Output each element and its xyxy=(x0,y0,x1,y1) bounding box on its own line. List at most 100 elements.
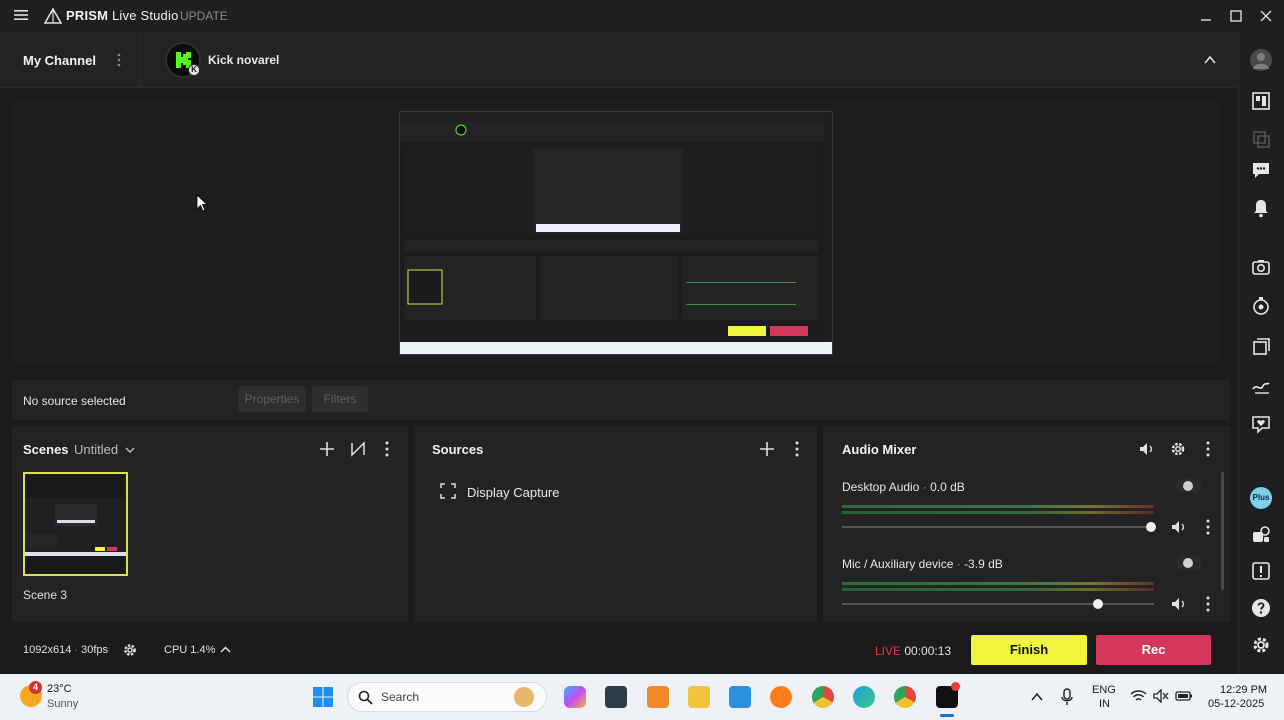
multiview-icon[interactable] xyxy=(1250,128,1272,150)
add-scene-icon[interactable] xyxy=(318,440,336,458)
mic-audio-more-icon[interactable] xyxy=(1206,595,1210,613)
channel-account-name[interactable]: Kick novarel xyxy=(208,53,279,67)
my-channel-label[interactable]: My Channel xyxy=(23,53,96,68)
chat-icon[interactable] xyxy=(1250,159,1272,181)
hamburger-menu-icon[interactable] xyxy=(14,8,28,22)
mic-audio-toggle[interactable] xyxy=(1176,556,1202,570)
channel-avatar[interactable]: K xyxy=(165,42,201,78)
weather-description[interactable]: Sunny xyxy=(47,698,78,710)
transition-icon[interactable] xyxy=(349,440,367,458)
filters-button[interactable]: Filters xyxy=(312,386,368,412)
maximize-icon[interactable] xyxy=(1228,8,1244,24)
live-indicator: LIVE xyxy=(875,644,902,658)
mixer-more-icon[interactable] xyxy=(1206,440,1210,458)
desktop-audio-toggle[interactable] xyxy=(1176,479,1202,493)
sources-panel: Sources xyxy=(414,426,817,622)
close-icon[interactable] xyxy=(1258,8,1274,24)
help-icon[interactable] xyxy=(1250,597,1272,619)
language-code[interactable]: ENG xyxy=(1092,684,1116,696)
output-info: 1092x614 · 30fps xyxy=(23,644,109,656)
layers-icon[interactable] xyxy=(1250,335,1272,357)
chevron-up-icon[interactable] xyxy=(219,644,232,656)
chrome-icon[interactable] xyxy=(812,686,834,708)
mic-audio-volume-slider[interactable] xyxy=(842,603,1154,605)
mic-audio-meter xyxy=(842,582,1154,585)
settings-gear-icon[interactable] xyxy=(1250,634,1272,656)
plus-badge-icon[interactable]: Plus xyxy=(1250,487,1272,509)
chrome-profile-icon[interactable] xyxy=(894,686,916,708)
desktop-audio-mute-icon[interactable] xyxy=(1170,518,1188,536)
channel-bar: My Channel K Kick novarel xyxy=(0,32,1238,88)
mixer-scrollbar[interactable] xyxy=(1221,472,1224,590)
properties-button[interactable]: Properties xyxy=(238,386,306,412)
sublime-text-icon[interactable] xyxy=(647,686,669,708)
source-item-label[interactable]: Display Capture xyxy=(467,485,560,500)
source-toolbar: No source selected Properties Filters xyxy=(12,380,1230,420)
desktop-audio-row: Desktop Audio · 0.0 dB xyxy=(842,480,965,494)
update-label[interactable]: UPDATE xyxy=(180,9,228,23)
output-settings-gear-icon[interactable] xyxy=(122,642,138,658)
nested-screen-preview xyxy=(400,112,832,354)
scene-collection-name: Untitled xyxy=(74,442,119,457)
weather-temperature[interactable]: 23°C xyxy=(47,683,72,695)
display-capture-icon xyxy=(440,483,456,499)
scene-preview-image xyxy=(25,474,126,574)
firefox-icon[interactable] xyxy=(770,686,792,708)
add-source-icon[interactable] xyxy=(758,440,776,458)
prism-logo-icon xyxy=(44,8,62,24)
dashboard-icon[interactable] xyxy=(1250,90,1272,112)
wifi-icon[interactable] xyxy=(1130,689,1147,703)
drawing-icon[interactable] xyxy=(1250,374,1272,396)
clock-time[interactable]: 12:29 PM xyxy=(1220,684,1267,696)
battery-icon[interactable] xyxy=(1175,689,1193,703)
heart-chat-icon[interactable] xyxy=(1250,413,1272,435)
info-icon[interactable] xyxy=(1250,560,1272,582)
scenes-more-icon[interactable] xyxy=(385,440,389,458)
profile-avatar-icon[interactable] xyxy=(1250,49,1272,71)
live-timer: LIVE 00:00:13 xyxy=(875,644,951,658)
more-options-icon[interactable] xyxy=(117,52,121,68)
desktop-audio-more-icon[interactable] xyxy=(1206,518,1210,536)
finish-button[interactable]: Finish xyxy=(971,635,1087,665)
chevron-up-icon[interactable] xyxy=(1202,52,1218,68)
windows-taskbar: 4 23°C Sunny Search ENG IN 12:29 PM 05-1… xyxy=(0,674,1284,720)
scene-collection-dropdown[interactable]: Untitled xyxy=(74,442,135,457)
clock-date[interactable]: 05-12-2025 xyxy=(1208,698,1264,710)
title-bar: PRISM Live Studio UPDATE xyxy=(0,0,1284,32)
active-app-indicator xyxy=(940,714,954,717)
speaker-muted-icon[interactable] xyxy=(1153,689,1169,703)
copilot-icon[interactable] xyxy=(564,686,586,708)
file-explorer-icon[interactable] xyxy=(688,686,710,708)
notification-bell-icon[interactable] xyxy=(1250,197,1272,219)
search-highlight-icon xyxy=(514,687,534,707)
sources-more-icon[interactable] xyxy=(795,440,799,458)
mic-audio-volume-knob[interactable] xyxy=(1092,599,1103,609)
desktop-audio-volume-knob[interactable] xyxy=(1145,522,1156,532)
virtual-camera-icon[interactable] xyxy=(1250,295,1272,317)
volume-icon[interactable] xyxy=(1138,440,1156,458)
prism-taskbar-icon[interactable] xyxy=(936,682,960,708)
taskbar-search[interactable]: Search xyxy=(347,682,547,712)
windows-start-icon[interactable] xyxy=(312,686,334,708)
scene-thumbnail[interactable] xyxy=(23,472,128,576)
microphone-icon[interactable] xyxy=(1060,688,1074,706)
source-status-text: No source selected xyxy=(23,394,126,408)
mic-audio-name: Mic / Auxiliary device xyxy=(842,557,954,571)
mixer-settings-icon[interactable] xyxy=(1169,440,1187,458)
vscode-icon[interactable] xyxy=(729,686,751,708)
minimize-icon[interactable] xyxy=(1198,8,1214,24)
resolution: 1092x614 xyxy=(23,644,72,656)
mic-audio-mute-icon[interactable] xyxy=(1170,595,1188,613)
edge-icon[interactable] xyxy=(853,686,875,708)
notes-app-icon[interactable] xyxy=(605,686,627,708)
plugins-icon[interactable] xyxy=(1250,524,1272,546)
desktop-audio-volume-slider[interactable] xyxy=(842,526,1154,528)
scene-name[interactable]: Scene 3 xyxy=(23,588,67,602)
divider xyxy=(140,32,141,88)
camera-icon[interactable] xyxy=(1250,256,1272,278)
right-sidebar: Plus xyxy=(1238,32,1284,674)
desktop-audio-level: 0.0 dB xyxy=(930,480,965,494)
record-button[interactable]: Rec xyxy=(1096,635,1211,665)
chevron-up-icon[interactable] xyxy=(1031,692,1043,702)
language-region[interactable]: IN xyxy=(1099,698,1110,710)
